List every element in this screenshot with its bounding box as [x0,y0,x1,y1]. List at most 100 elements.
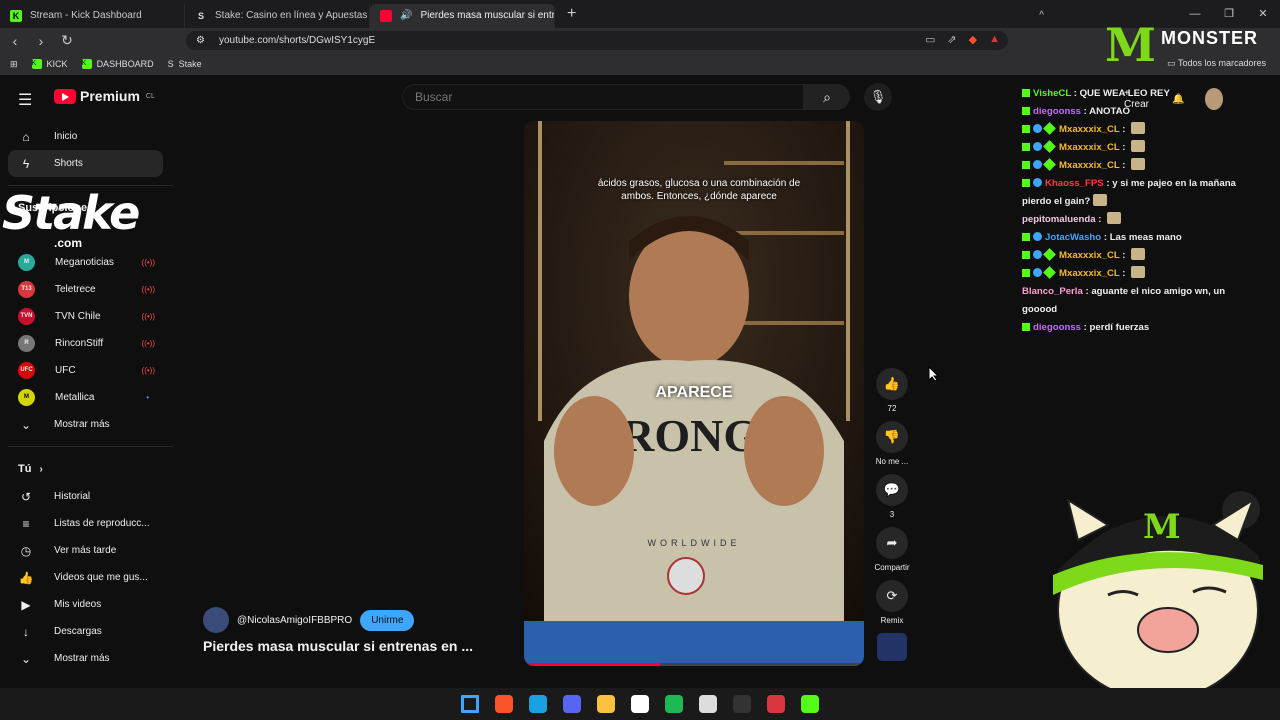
search-input[interactable]: Buscar [402,84,804,110]
rewards-icon[interactable]: ▲ [989,33,1000,46]
bookmark-kick[interactable]: K KICK [31,59,68,69]
menu-icon[interactable]: ☰ [18,90,34,110]
kick-icon[interactable] [801,695,819,713]
tab-youtube-short[interactable]: 🔊 Pierdes masa muscular si entr × [370,3,555,28]
chat-badge-icon [1022,179,1030,187]
sidebar-item-historial[interactable]: ↺ Historial [8,483,163,510]
chat-message: Khaoss_FPS : y si me pajeo en la mañana … [1022,178,1236,207]
voice-search-button[interactable]: 🎙 [864,83,892,111]
media-icon[interactable] [631,695,649,713]
reload-button[interactable]: ↻ [56,32,78,49]
bookmark-label: KICK [46,59,68,69]
chat-text: perdí fuerzas [1089,322,1150,333]
system-tray-chevron-icon[interactable]: ^ [1039,10,1044,21]
stake-logo: Stake .com [0,186,140,256]
sidebar-item-label: Mostrar más [54,653,110,664]
chat-badge-icon [1033,250,1042,259]
chat-message: Mxaxxxix_CL : [1022,139,1257,157]
brave-icon[interactable] [495,695,513,713]
tvn-icon: TVN [18,308,35,325]
dislike-button[interactable]: 👎 [876,421,908,453]
sidebar-item-teletrece[interactable]: T13 Teletrece ((•)) [8,276,163,303]
site-info-icon[interactable]: ⚙ [196,35,205,46]
app-icon[interactable] [733,695,751,713]
comments-button[interactable]: 💬 [876,474,908,506]
chat-username: diegoonss [1033,322,1081,333]
discord-icon[interactable] [563,695,581,713]
sidebar-item-rinconstiff[interactable]: R RinconStiff ((•)) [8,330,163,357]
bookmark-label: DASHBOARD [96,59,154,69]
channel-name[interactable]: @NicolasAmigoIFBBPRO [237,615,352,626]
bookmark-dashboard[interactable]: K DASHBOARD [81,59,154,69]
youtube-premium-logo[interactable]: Premium CL [54,88,155,104]
sidebar-item-label: Metallica [55,392,95,403]
file-explorer-icon[interactable] [597,695,615,713]
tab-stake[interactable]: S Stake: Casino en línea y Apuestas De [185,3,370,28]
spotify-icon[interactable] [665,695,683,713]
forward-button[interactable]: › [30,33,52,49]
brave-shield-icon[interactable]: ◆ [969,33,977,46]
short-video-player[interactable]: STRONGER WORLDWIDE ácidos grasos, glucos… [524,121,864,666]
new-tab-button[interactable]: + [567,5,576,23]
sidebar-item-liked-videos[interactable]: 👍 Videos que me gus... [8,564,163,591]
sidebar-item-shorts[interactable]: ϟ Shorts [8,150,163,177]
sidebar-item-label: UFC [55,365,76,376]
obs-icon[interactable] [699,695,717,713]
search-button[interactable]: ⌕ [804,84,850,110]
chat-message: Mxaxxxix_CL : [1022,121,1257,139]
windows-start-icon[interactable] [461,695,479,713]
channel-row: @NicolasAmigoIFBBPRO Unirme [203,607,415,633]
svg-text:M: M [1143,507,1181,547]
sidebar-item-my-videos[interactable]: ▶ Mis videos [8,591,163,618]
chat-badge-icon [1043,140,1056,153]
you-section-title[interactable]: Tú › [8,455,163,483]
teletrece-icon: T13 [18,281,35,298]
sound-thumbnail[interactable] [877,633,907,661]
tab-kick-dashboard[interactable]: K Stream - Kick Dashboard [0,3,185,28]
cast-icon[interactable]: ▭ [925,33,935,46]
chat-emote-icon [1131,248,1146,260]
edge-icon[interactable] [529,695,547,713]
sidebar-item-label: TVN Chile [55,311,101,322]
thumbs-up-icon: 👍 [18,570,34,585]
video-title[interactable]: Pierdes masa muscular si entrenas en ... [203,638,473,654]
chat-badge-icon [1033,160,1042,169]
live-icon: ((•)) [141,258,155,267]
channel-avatar[interactable] [203,607,229,633]
address-bar[interactable]: ⚙ youtube.com/shorts/DGwISY1cygE ▭ ⇗ ◆ ▲ [186,31,1008,50]
download-icon: ↓ [23,624,29,639]
bookmark-label: Stake [178,59,202,69]
share-icon[interactable]: ⇗ [947,33,956,46]
sidebar-item-downloads[interactable]: ↓ Descargas [8,618,163,645]
share-button[interactable]: ➦ [876,527,908,559]
bookmark-stake[interactable]: S Stake [168,59,202,69]
sidebar-item-watch-later[interactable]: ◷ Ver más tarde [8,537,163,564]
playlists-icon: ≡ [22,516,30,531]
remix-button[interactable]: ⟳ [876,580,908,612]
kick-icon: K [81,59,92,69]
chat-badge-icon [1033,268,1042,277]
join-button[interactable]: Unirme [360,609,415,631]
show-more-button[interactable]: ⌄ Mostrar más [8,645,163,672]
chat-message: Mxaxxxix_CL : [1022,157,1257,175]
chevron-down-icon: ⌄ [20,417,32,432]
sidebar-item-metallica[interactable]: M Metallica • [8,384,163,411]
like-button[interactable]: 👍 [876,368,908,400]
chat-message: Blanco_Perla : aguante el nico amigo wn,… [1022,286,1226,315]
sidebar-item-tvn-chile[interactable]: TVN TVN Chile ((•)) [8,303,163,330]
sidebar-item-inicio[interactable]: ⌂ Inicio [8,123,163,150]
chevron-down-icon: ⌄ [20,651,32,666]
windows-taskbar [0,688,1280,720]
sidebar-item-playlists[interactable]: ≡ Listas de reproducc... [8,510,163,537]
share-action: ➦ Compartir [872,527,912,572]
chat-emote-icon [1093,194,1108,206]
app-red-icon[interactable] [767,695,785,713]
apps-grid-icon[interactable]: ⊞ [10,59,18,70]
sidebar-item-ufc[interactable]: UFC UFC ((•)) [8,357,163,384]
sidebar-item-label: Mis videos [54,599,102,610]
video-progress-fill [524,663,660,666]
video-progress-bar[interactable] [524,663,864,666]
svg-text:WORLDWIDE: WORLDWIDE [648,538,741,548]
show-more-button[interactable]: ⌄ Mostrar más [8,411,163,438]
back-button[interactable]: ‹ [4,33,26,49]
